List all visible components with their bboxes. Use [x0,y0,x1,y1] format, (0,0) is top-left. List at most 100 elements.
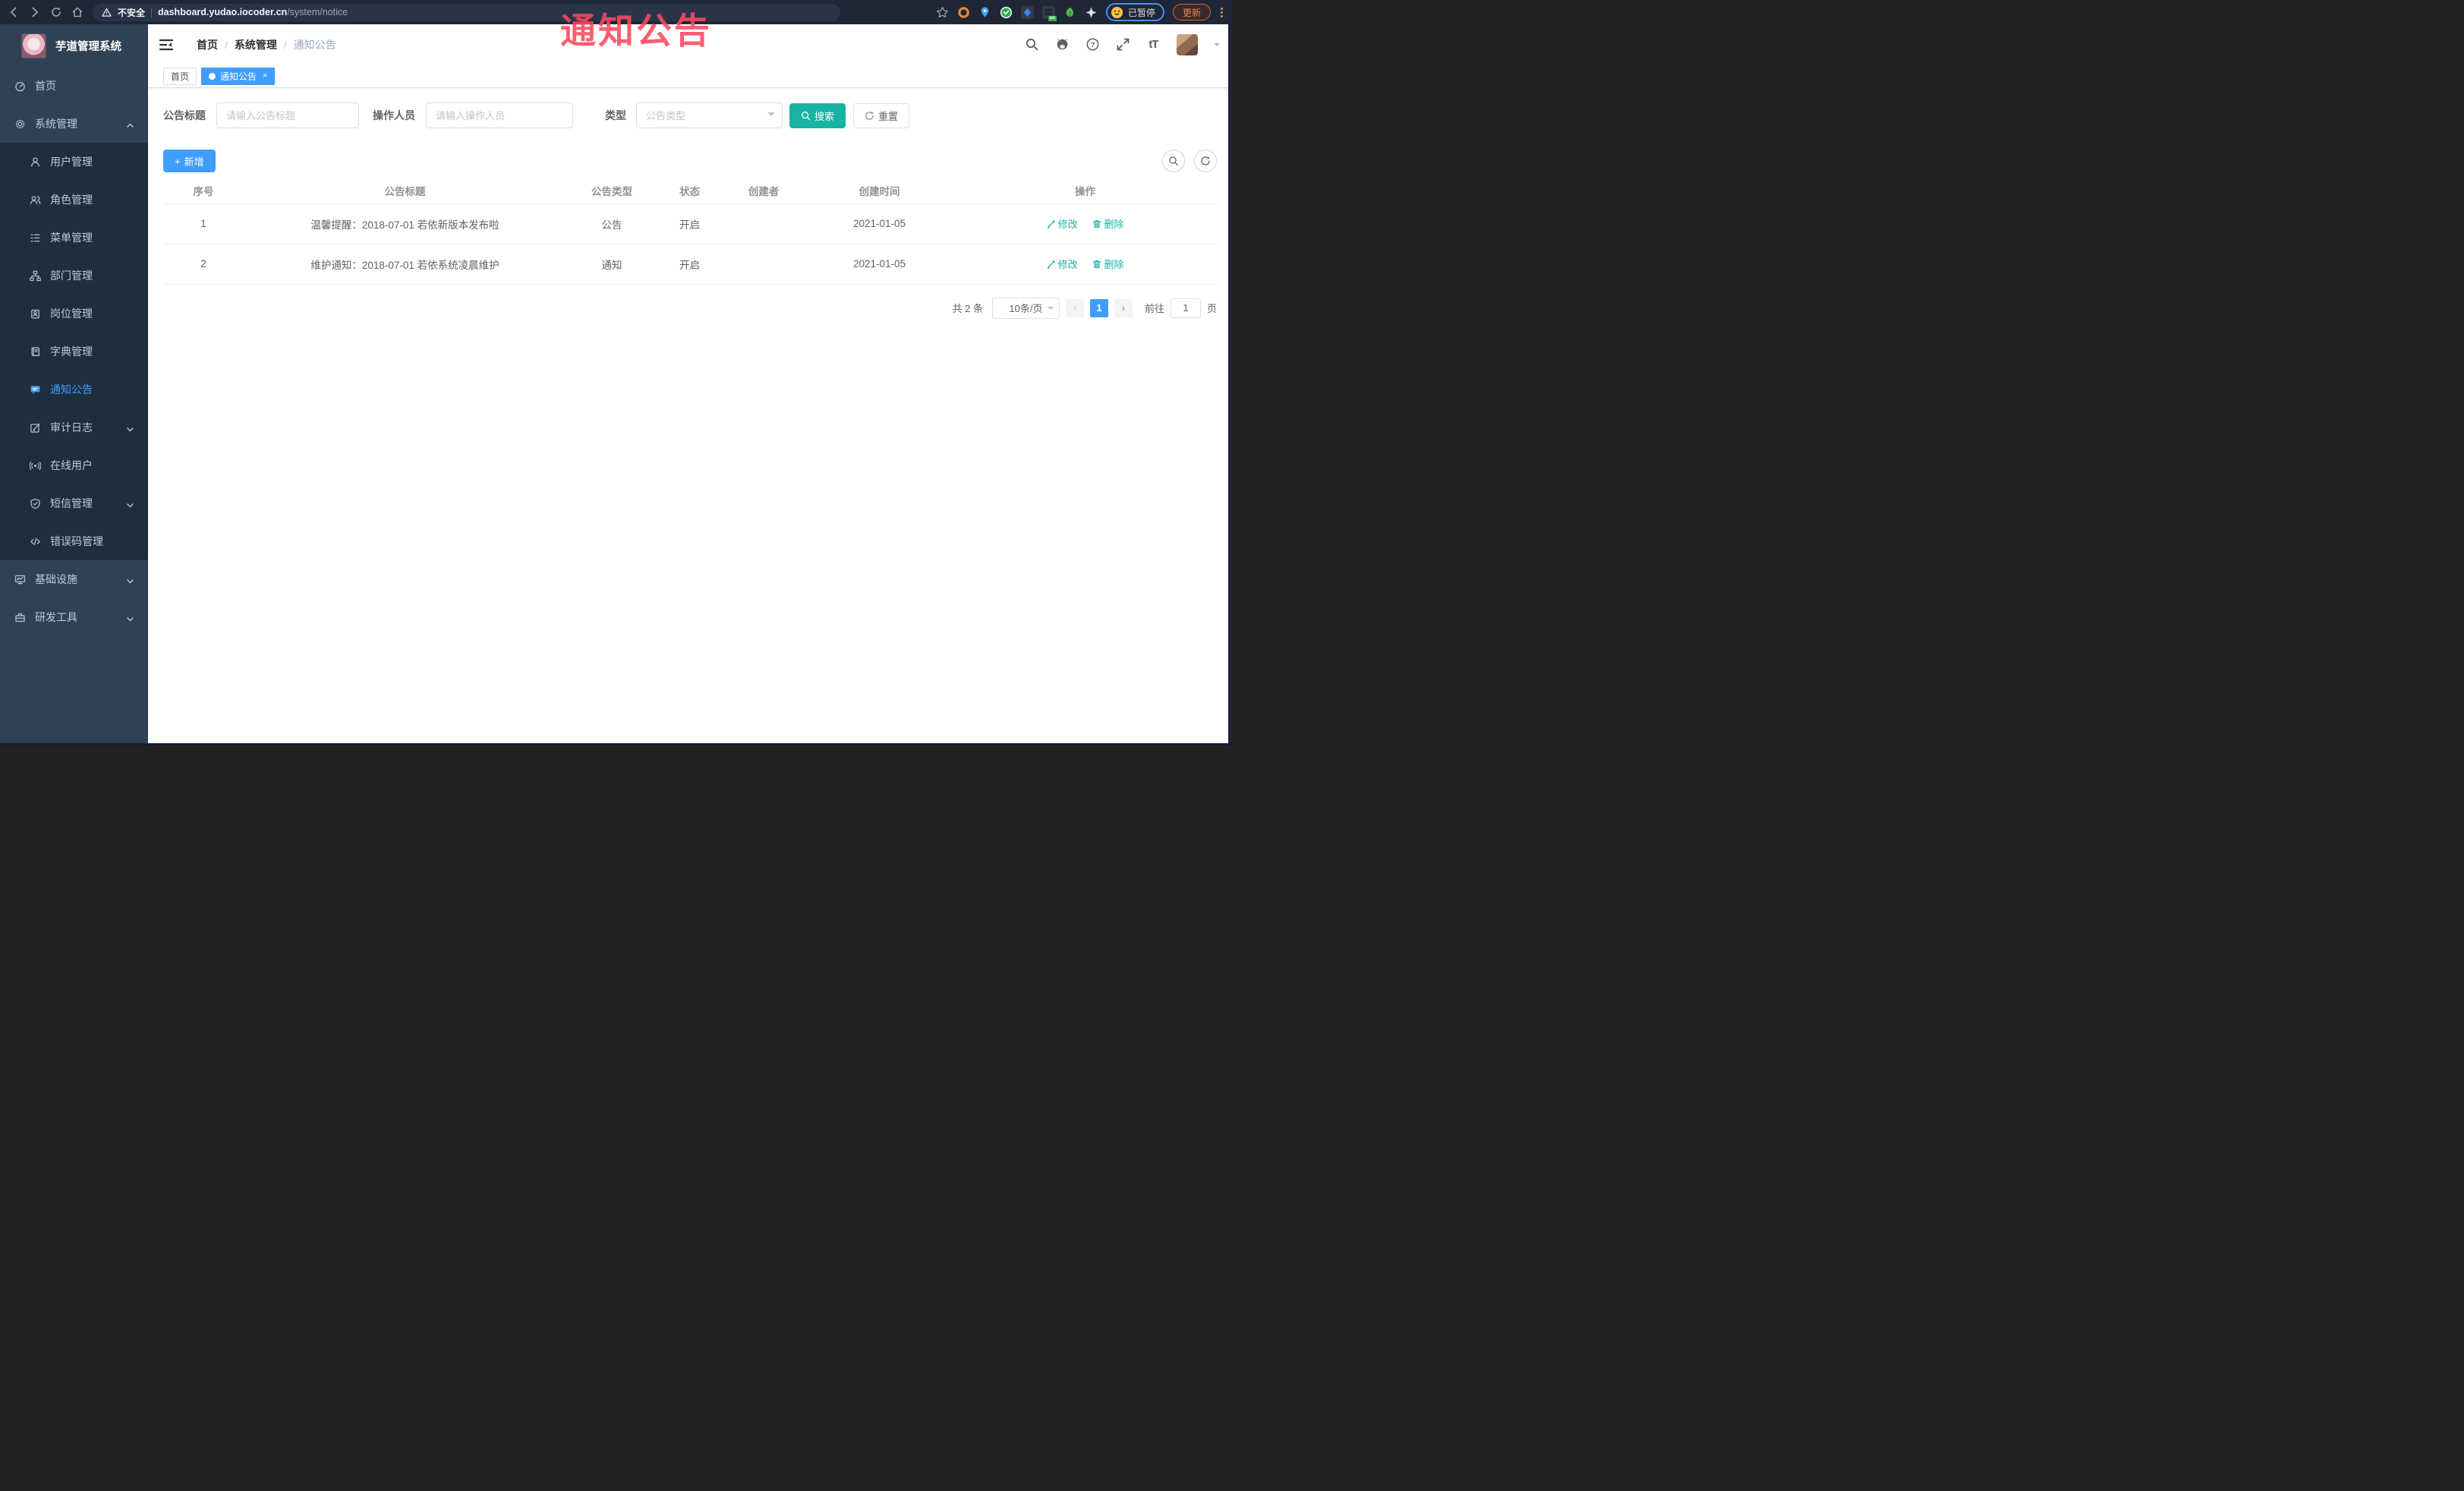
github-icon[interactable] [1055,37,1070,52]
sidebar-item-system[interactable]: 系统管理 [0,105,148,143]
user-avatar[interactable] [1177,33,1198,55]
help-icon[interactable]: ? [1085,37,1100,52]
page-number-1[interactable]: 1 [1089,298,1108,317]
col-status: 状态 [657,178,722,204]
profile-emoji-icon [1111,6,1123,18]
sidebar-item-dictionary[interactable]: 字典管理 [0,333,148,370]
users-icon [30,194,41,206]
extension-on-badge-icon[interactable]: on [1041,5,1057,21]
page-size-select[interactable]: 10条/页 [991,297,1060,319]
security-label[interactable]: 不安全 [118,6,145,19]
address-bar[interactable]: 不安全 dashboard.yudao.iocoder.cn/system/no… [93,3,840,21]
col-type: 公告类型 [566,178,657,204]
table-row: 2 维护通知：2018-07-01 若依系统凌晨维护 通知 开启 2021-01… [163,244,1217,285]
col-actions: 操作 [953,178,1217,204]
forward-icon[interactable] [29,6,41,18]
avatar-caret-icon[interactable] [1214,43,1220,49]
extension-leaf-icon[interactable] [1063,6,1076,19]
breadcrumb: 首页 / 系统管理 / 通知公告 [197,37,336,52]
goto-page-input[interactable] [1170,298,1201,318]
table-toolbar: + 新增 [163,150,1220,172]
col-title: 公告标题 [244,178,566,204]
sidebar-item-infrastructure[interactable]: 基础设施 [0,560,148,598]
tag-views-bar: 首页 通知公告 × [148,65,1232,88]
app-logo [21,33,46,58]
sidebar-item-home[interactable]: 首页 [0,67,148,105]
sidebar-item-notice[interactable]: 通知公告 [0,370,148,408]
shield-check-icon [30,498,41,509]
sidebar-item-departments[interactable]: 部门管理 [0,257,148,295]
sidebar-item-online-users[interactable]: 在线用户 [0,446,148,484]
search-button[interactable]: 搜索 [789,102,846,128]
tab-close-icon[interactable]: × [263,71,267,80]
edit-log-icon [30,422,41,433]
tab-notice[interactable]: 通知公告 × [201,67,276,85]
notice-title-input[interactable] [216,102,359,128]
sidebar-item-error-codes[interactable]: 错误码管理 [0,522,148,560]
sidebar-item-roles[interactable]: 角色管理 [0,181,148,219]
chevron-down-icon [126,500,134,508]
trash-icon [1093,219,1101,228]
back-icon[interactable] [8,6,20,18]
font-size-icon[interactable]: tT [1146,37,1161,52]
chevron-down-icon [126,613,134,622]
next-page-button[interactable]: › [1114,298,1133,317]
code-icon [30,536,41,547]
sidebar-item-menus[interactable]: 菜单管理 [0,219,148,257]
breadcrumb-notice: 通知公告 [293,38,336,51]
edit-icon [1047,260,1055,269]
sidebar-logo-row[interactable]: 芋道管理系统 [0,24,148,67]
profile-chip[interactable]: 已暂停 [1105,3,1164,21]
reload-icon[interactable] [50,6,62,18]
edit-link[interactable]: 修改 [1047,216,1078,231]
collapse-sidebar-icon[interactable] [159,37,174,52]
col-no: 序号 [163,178,244,204]
extension-gem-icon[interactable] [1020,5,1034,19]
delete-link[interactable]: 删除 [1092,216,1123,231]
page-url[interactable]: dashboard.yudao.iocoder.cn/system/notice [158,7,348,17]
sidebar-item-users[interactable]: 用户管理 [0,143,148,181]
sidebar-item-sms[interactable]: 短信管理 [0,484,148,522]
home-icon[interactable] [71,6,83,18]
svg-text:?: ? [1091,41,1095,49]
browser-menu-icon[interactable] [1219,6,1224,19]
breadcrumb-home[interactable]: 首页 [197,37,218,52]
reset-button[interactable]: 重置 [853,102,910,128]
sidebar-item-posts[interactable]: 岗位管理 [0,295,148,333]
breadcrumb-system[interactable]: 系统管理 [235,37,277,52]
sidebar-item-dev-tools[interactable]: 研发工具 [0,598,148,636]
col-created: 创建时间 [805,178,953,204]
toggle-search-button[interactable] [1162,150,1185,172]
add-button[interactable]: + 新增 [163,150,216,172]
filter-type-label: 类型 [605,109,626,121]
extension-orange-ring-icon[interactable] [957,6,970,19]
list-icon [30,232,41,244]
page-content: 公告标题 操作人员 类型 搜索 重置 [148,88,1232,746]
user-icon [30,156,41,168]
goto-label: 前往 [1144,303,1164,314]
window-scroll-edge[interactable] [1228,24,1232,746]
fullscreen-icon[interactable] [1116,37,1130,52]
select-chevron-icon [1047,306,1054,313]
dashboard-icon [14,80,26,92]
extension-pin-icon[interactable] [978,6,991,19]
notice-type-select[interactable] [636,102,783,128]
omnibox-divider [151,7,153,17]
search-icon[interactable] [1025,37,1039,52]
chevron-down-icon [126,424,134,432]
browser-update-button[interactable]: 更新 [1172,4,1211,20]
prev-page-button[interactable]: ‹ [1065,298,1084,317]
bookmark-star-icon[interactable] [936,6,949,19]
col-creator: 创建者 [722,178,805,204]
refresh-button[interactable] [1194,150,1217,172]
browser-toolbar: 不安全 dashboard.yudao.iocoder.cn/system/no… [0,0,1232,24]
sidebar-item-audit-log[interactable]: 审计日志 [0,408,148,446]
operator-input[interactable] [426,102,573,128]
gear-icon [14,118,26,130]
edit-link[interactable]: 修改 [1047,257,1078,271]
delete-link[interactable]: 删除 [1092,257,1123,271]
extension-green-circle-icon[interactable] [1000,6,1013,19]
tab-home[interactable]: 首页 [163,67,197,85]
pagination: 共 2 条 10条/页 ‹ 1 › 前往 页 [163,297,1217,319]
extension-sparkle-icon[interactable] [1085,6,1098,19]
